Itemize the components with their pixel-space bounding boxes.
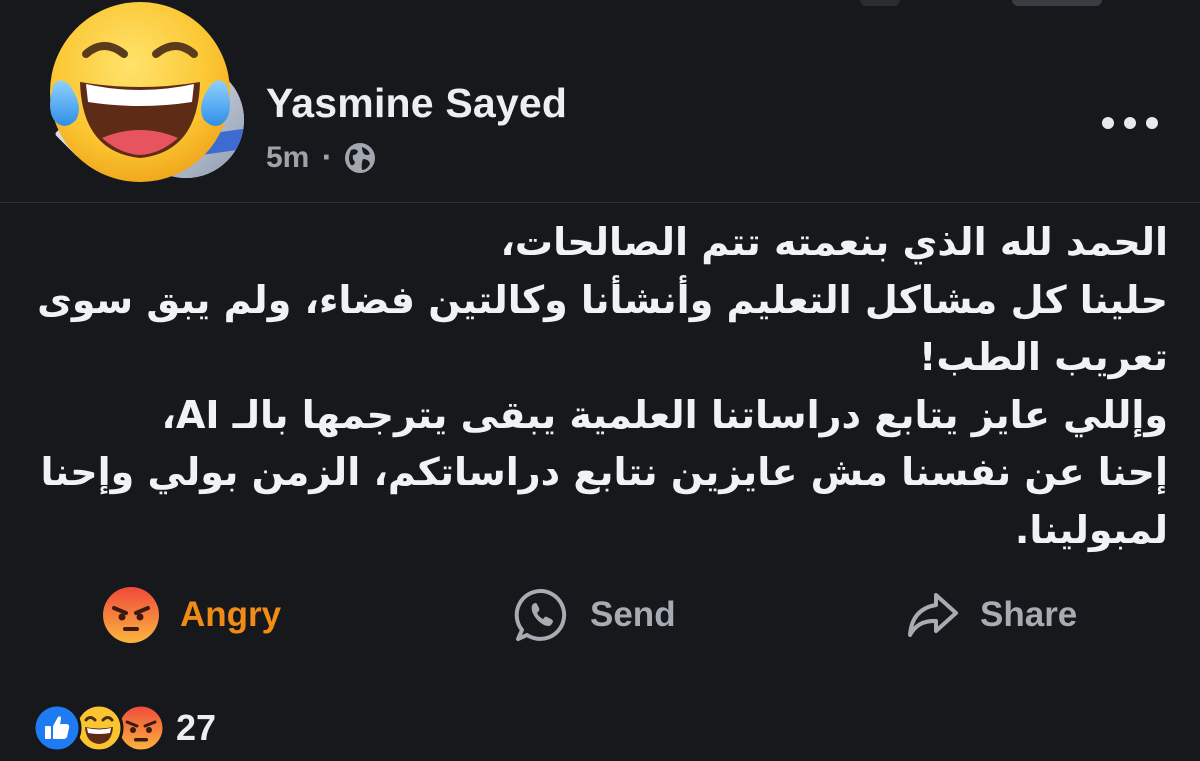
header-divider — [0, 202, 1200, 203]
share-label: Share — [980, 595, 1078, 634]
action-bar: Angry Send Share — [0, 580, 1200, 650]
angry-reaction-button[interactable]: Angry — [102, 580, 281, 650]
post-body-line: الحمد لله الذي بنعمته تتم الصالحات، — [500, 220, 1168, 264]
post-body-line: لمبولينا. — [1014, 507, 1168, 552]
post-body-line: إحنا عن نفسنا مش عايزين نتابع دراساتكم، … — [40, 450, 1168, 494]
status-bar-remnant — [860, 0, 900, 6]
angry-reaction-label: Angry — [180, 595, 282, 634]
angry-icon — [103, 587, 159, 643]
post-body-line: حلينا كل مشاكل التعليم وأنشأنا وكالتين ف… — [37, 277, 1168, 322]
reaction-count: 27 — [176, 707, 217, 748]
post-time[interactable]: 5m — [266, 141, 309, 175]
share-button[interactable]: Share — [904, 580, 1077, 650]
author-name[interactable]: Yasmine Sayed — [266, 80, 567, 127]
like-icon — [32, 703, 82, 753]
send-button[interactable]: Send — [514, 580, 676, 650]
status-bar-remnant — [1012, 0, 1102, 6]
post-meta: 5m · — [266, 140, 377, 176]
send-label: Send — [590, 595, 676, 634]
meta-separator: · — [321, 143, 332, 173]
whatsapp-icon — [514, 588, 567, 641]
post-body-line: تعريب الطب! — [919, 335, 1168, 379]
share-arrow-icon — [908, 593, 958, 637]
globe-icon[interactable] — [343, 141, 377, 175]
post-body: الحمد لله الذي بنعمته تتم الصالحات، حلين… — [37, 214, 1169, 559]
laughing-tears-emoji-icon — [50, 2, 230, 182]
post-body-line: وإللي عايز يتابع دراساتنا العلمية يبقى ي… — [161, 392, 1169, 437]
reaction-summary[interactable]: 27 — [32, 700, 216, 756]
more-options-button[interactable] — [1100, 103, 1166, 143]
